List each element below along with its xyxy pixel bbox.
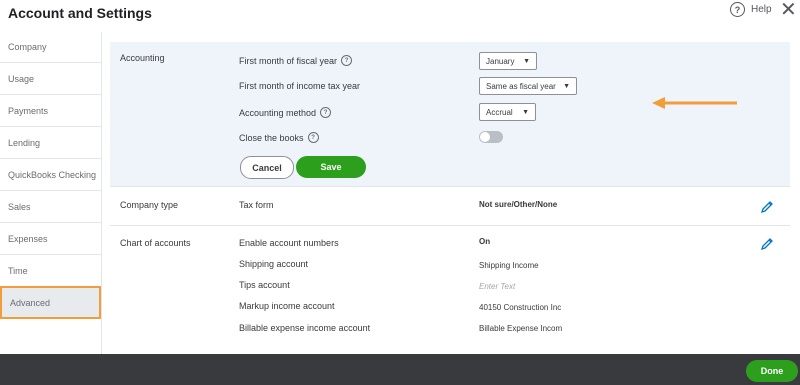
dropdown-caret-icon: ▼ [563, 82, 570, 90]
help-label: Help [751, 4, 772, 15]
billable-expense-account-value: Billable Expense Incom [479, 324, 563, 333]
fiscal-year-label: First month of fiscal year ? [239, 55, 353, 66]
tax-year-value: Same as fiscal year [486, 81, 556, 91]
sidebar-item-advanced[interactable]: Advanced [0, 286, 101, 319]
sidebar-item-payments[interactable]: Payments [0, 96, 101, 127]
pencil-icon[interactable] [760, 237, 774, 251]
sidebar-item-usage[interactable]: Usage [0, 64, 101, 95]
sidebar-item-time[interactable]: Time [0, 256, 101, 287]
fiscal-year-value: January [486, 56, 515, 66]
accounting-method-label: Accounting method ? [239, 107, 332, 118]
toggle-knob [480, 132, 490, 142]
arrow-annotation-icon [652, 97, 737, 109]
close-icon[interactable]: ✕ [780, 0, 797, 20]
dialog-header: Account and Settings ? Help ✕ [0, 0, 800, 30]
done-button[interactable]: Done [746, 360, 798, 382]
dropdown-caret-icon: ▼ [523, 57, 530, 65]
accounting-method-value: Accrual [486, 107, 513, 117]
help-icon: ? [730, 2, 745, 17]
company-type-section: Company type Tax form Not sure/Other/Non… [110, 187, 790, 226]
markup-income-account-label: Markup income account [239, 301, 335, 311]
info-icon[interactable]: ? [320, 107, 332, 118]
close-books-label-text: Close the books [239, 132, 304, 143]
accounting-section: Accounting First month of fiscal year ? … [110, 42, 790, 187]
dialog-footer [0, 354, 800, 385]
settings-sidebar: Company Usage Payments Lending QuickBook… [0, 32, 102, 354]
accounting-method-select[interactable]: Accrual ▼ [479, 103, 536, 121]
markup-income-account-value: 40150 Construction Inc [479, 303, 562, 312]
sidebar-item-expenses[interactable]: Expenses [0, 224, 101, 255]
tax-year-label: First month of income tax year [239, 81, 361, 91]
company-type-title: Company type [120, 200, 179, 210]
fiscal-year-select[interactable]: January ▼ [479, 52, 537, 70]
tips-account-label: Tips account [239, 280, 290, 290]
fiscal-year-label-text: First month of fiscal year [239, 55, 338, 66]
cancel-button[interactable]: Cancel [240, 156, 294, 179]
tax-form-label: Tax form [239, 200, 274, 210]
shipping-account-label: Shipping account [239, 259, 309, 269]
billable-expense-account-label: Billable expense income account [239, 323, 371, 333]
sidebar-item-quickbooks-checking[interactable]: QuickBooks Checking [0, 160, 101, 191]
close-books-label: Close the books ? [239, 132, 319, 143]
tax-form-value: Not sure/Other/None [479, 200, 558, 209]
sidebar-item-sales[interactable]: Sales [0, 192, 101, 223]
page-title: Account and Settings [8, 5, 152, 21]
sidebar-item-company[interactable]: Company [0, 32, 101, 63]
settings-main: Accounting First month of fiscal year ? … [110, 42, 790, 354]
chart-of-accounts-section: Chart of accounts Enable account numbers… [110, 226, 790, 354]
accounting-method-label-text: Accounting method [239, 107, 317, 118]
tax-year-select[interactable]: Same as fiscal year ▼ [479, 77, 577, 95]
tips-account-value: Enter Text [479, 282, 516, 291]
info-icon[interactable]: ? [307, 132, 319, 143]
pencil-icon[interactable] [760, 200, 774, 214]
shipping-account-value: Shipping Income [479, 261, 539, 270]
sidebar-item-lending[interactable]: Lending [0, 128, 101, 159]
save-button[interactable]: Save [296, 156, 366, 178]
enable-account-numbers-label: Enable account numbers [239, 238, 339, 248]
dropdown-caret-icon: ▼ [522, 108, 529, 116]
enable-account-numbers-value: On [479, 237, 491, 246]
help-button[interactable]: ? Help [730, 2, 772, 17]
close-books-toggle[interactable] [479, 131, 503, 143]
accounting-section-title: Accounting [120, 53, 165, 63]
info-icon[interactable]: ? [341, 55, 353, 66]
chart-of-accounts-title: Chart of accounts [120, 238, 191, 248]
